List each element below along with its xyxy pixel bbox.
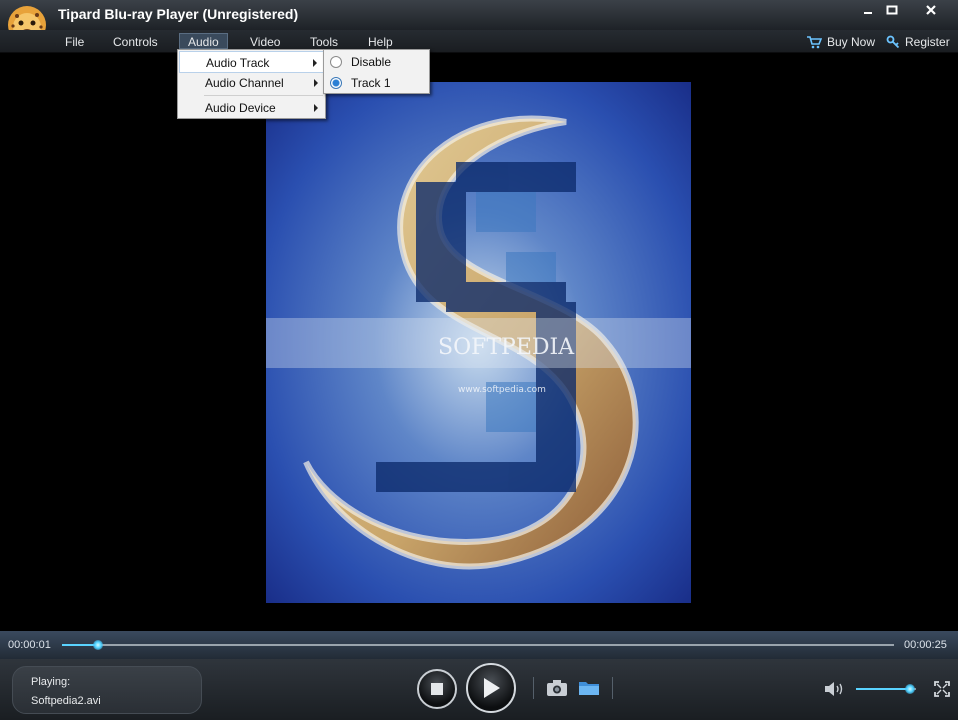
now-playing-file: Softpedia2.avi xyxy=(31,695,101,707)
watermark-url: www.softpedia.com xyxy=(458,385,546,395)
video-frame: SOFTPEDIA www.softpedia.com xyxy=(266,82,691,603)
buy-now-label: Buy Now xyxy=(827,35,876,49)
menu-help[interactable]: Help xyxy=(360,34,401,50)
submenu-arrow-icon xyxy=(314,104,318,112)
maximize-icon xyxy=(886,5,898,15)
audio-track-submenu: Disable Track 1 xyxy=(323,49,430,94)
track-disable-item[interactable]: Disable xyxy=(325,51,428,73)
now-playing-label: Playing: xyxy=(31,676,71,688)
audio-track-item[interactable]: Audio Track xyxy=(179,51,324,73)
progress-bar: 00:00:01 00:00:25 xyxy=(0,631,958,659)
open-folder-button[interactable] xyxy=(578,679,600,702)
close-icon xyxy=(926,5,936,15)
submenu-arrow-icon xyxy=(314,79,318,87)
play-icon xyxy=(484,678,500,698)
audio-menu: Audio Track Audio Channel Audio Device xyxy=(177,49,326,119)
register-link[interactable]: Register xyxy=(886,33,950,51)
audio-device-item[interactable]: Audio Device xyxy=(179,97,324,119)
menu-separator xyxy=(204,95,323,96)
radio-off-icon xyxy=(330,56,342,68)
minimize-icon xyxy=(864,12,872,14)
seek-handle[interactable] xyxy=(92,640,103,650)
audio-channel-item[interactable]: Audio Channel xyxy=(179,72,324,94)
camera-icon xyxy=(547,680,567,696)
now-playing-box: Playing: Softpedia2.avi xyxy=(12,666,202,714)
separator xyxy=(612,677,613,699)
window-title: Tipard Blu-ray Player (Unregistered) xyxy=(58,6,299,22)
stop-button[interactable] xyxy=(417,669,457,709)
volume-fill xyxy=(856,688,910,690)
video-area[interactable]: SOFTPEDIA www.softpedia.com Audio Track … xyxy=(0,49,958,631)
menu-file[interactable]: File xyxy=(57,34,92,50)
play-button[interactable] xyxy=(466,663,516,713)
cart-icon xyxy=(807,36,822,49)
track-1-item[interactable]: Track 1 xyxy=(325,72,428,94)
fullscreen-button[interactable] xyxy=(934,681,950,702)
mute-button[interactable] xyxy=(824,681,846,702)
close-button[interactable] xyxy=(908,0,954,20)
menu-controls[interactable]: Controls xyxy=(105,34,166,50)
key-icon xyxy=(886,35,900,49)
total-time: 00:00:25 xyxy=(904,639,947,651)
maximize-button[interactable] xyxy=(876,0,908,20)
register-label: Register xyxy=(905,35,950,49)
control-panel: Playing: Softpedia2.avi xyxy=(0,659,958,720)
submenu-arrow-icon xyxy=(313,59,317,67)
menu-tools[interactable]: Tools xyxy=(302,34,346,50)
speaker-icon xyxy=(825,682,843,696)
buy-now-link[interactable]: Buy Now xyxy=(806,33,875,51)
title-bar: Tipard Blu-ray Player (Unregistered) xyxy=(0,0,958,44)
fullscreen-icon xyxy=(934,681,950,697)
folder-icon xyxy=(579,682,599,695)
volume-slider[interactable] xyxy=(856,684,916,694)
seek-slider[interactable] xyxy=(62,640,894,650)
volume-handle[interactable] xyxy=(905,684,915,694)
stop-icon xyxy=(431,683,443,695)
menu-audio[interactable]: Audio xyxy=(179,33,228,49)
menu-bar: File Controls Audio Video Tools Help Buy… xyxy=(0,30,958,53)
snapshot-button[interactable] xyxy=(546,679,568,702)
radio-on-icon xyxy=(330,77,342,89)
menu-video[interactable]: Video xyxy=(242,34,288,50)
watermark-text: SOFTPEDIA xyxy=(438,335,575,360)
current-time: 00:00:01 xyxy=(8,639,51,651)
separator xyxy=(533,677,534,699)
